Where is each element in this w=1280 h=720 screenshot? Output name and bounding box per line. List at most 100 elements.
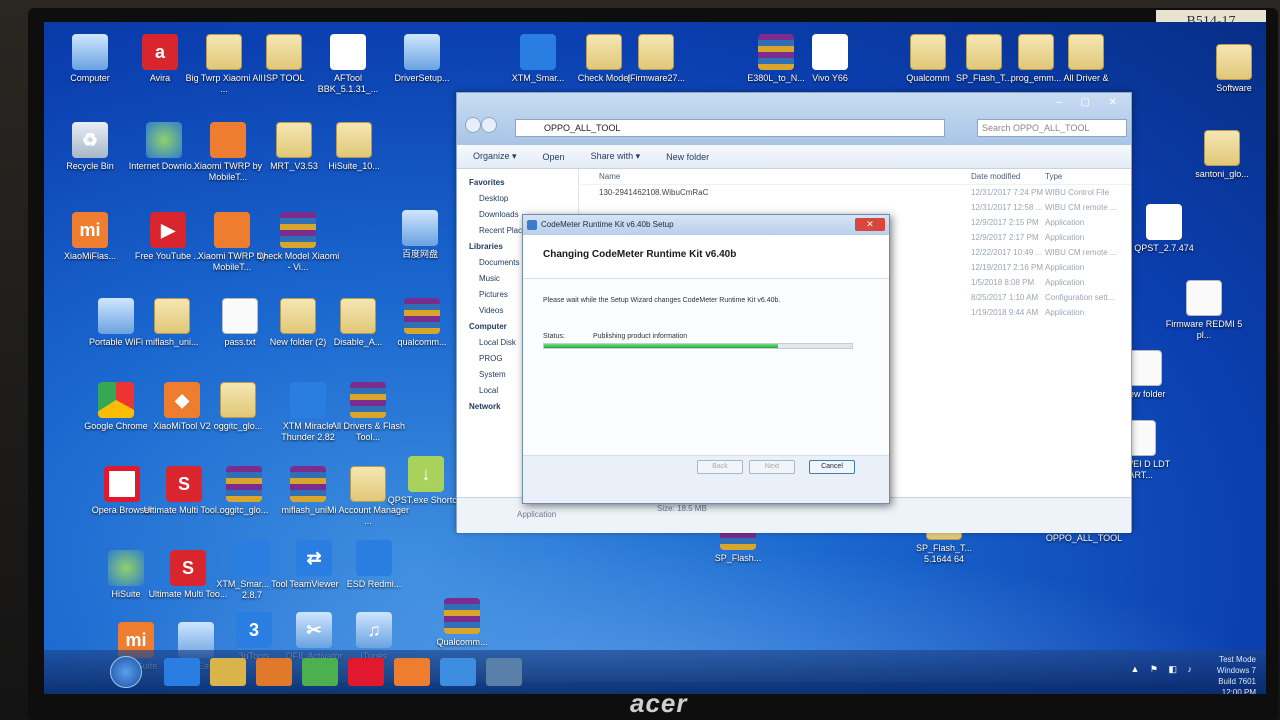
opera-icon[interactable]	[348, 658, 384, 686]
file-date: 8/25/2017 1:10 AM	[971, 293, 1039, 302]
back-icon[interactable]	[465, 117, 481, 133]
pdf-icon: ⟆	[1146, 204, 1182, 240]
column-date[interactable]: Date modified	[971, 169, 1020, 185]
close-button[interactable]: ✕	[855, 218, 885, 231]
desktop-icon[interactable]: qualcomm...	[380, 298, 464, 348]
nav-buttons[interactable]	[465, 117, 501, 137]
progress-fill	[544, 344, 779, 348]
nav-item[interactable]: Desktop	[457, 191, 578, 207]
desktop-icon[interactable]: ⟆ AFTool BBK_5.1.31_...	[306, 34, 390, 95]
status-label: Status:	[543, 333, 565, 340]
forward-icon[interactable]	[481, 117, 497, 133]
desktop-icon[interactable]: ESD Redmi...	[332, 540, 416, 590]
file-row[interactable]: 130-2941462108.WibuCmRaC 12/31/2017 7:24 …	[581, 185, 1131, 200]
desktop-icon[interactable]: 百度网盘	[378, 210, 462, 260]
cancel-button[interactable]: Cancel	[809, 460, 855, 474]
desktop-icon[interactable]: All Driver &	[1044, 34, 1128, 84]
desktop-icon[interactable]: Qualcomm...	[420, 598, 504, 648]
column-headers: Name Date modified Type	[581, 169, 1131, 185]
desktop-icon-label: Software	[1216, 83, 1252, 93]
setup-dialog[interactable]: CodeMeter Runtime Kit v6.40b Setup ✕ Cha…	[522, 214, 890, 504]
tray-icons[interactable]: ▲ ⚑ ◧ ♪	[1131, 664, 1196, 675]
photo-scene: B514-17 ComputeraAviraBig Twrp Xiaomi Al…	[0, 0, 1280, 720]
baidu-icon[interactable]	[440, 658, 476, 686]
setup-icon	[527, 220, 537, 230]
file-icon	[222, 298, 258, 334]
desktop-icon[interactable]: (Firmware27...	[614, 34, 698, 84]
folder-icon	[154, 298, 190, 334]
nav-item[interactable]: Favorites	[457, 175, 578, 191]
android-icon: ◆	[164, 382, 200, 418]
file-type: Application	[1045, 218, 1085, 227]
folder-icon[interactable]	[210, 658, 246, 686]
share-with-menu[interactable]: Share with ▾	[591, 151, 641, 162]
dialog-title: CodeMeter Runtime Kit v6.40b Setup	[541, 220, 674, 229]
start-button[interactable]	[110, 656, 142, 688]
monitor-brand-logo: acer	[630, 688, 688, 718]
dialog-titlebar[interactable]: CodeMeter Runtime Kit v6.40b Setup ✕	[523, 215, 889, 235]
setup-icon	[404, 34, 440, 70]
tray-text-line: Windows 7	[1216, 666, 1256, 675]
teamviewer-icon: ⇄	[296, 540, 332, 576]
folder-icon	[1068, 34, 1104, 70]
wifi-icon	[98, 298, 134, 334]
open-button[interactable]: Open	[543, 152, 565, 162]
column-type[interactable]: Type	[1045, 169, 1062, 185]
desktop-icon[interactable]: mi XiaoMiFlas...	[48, 212, 132, 262]
desktop-icon-label: ESD Redmi...	[346, 579, 402, 589]
new-folder-button[interactable]: New folder	[666, 152, 709, 162]
desktop-icon-label: All Driver &	[1063, 73, 1109, 83]
pdf-icon: ⟆	[330, 34, 366, 70]
search-input[interactable]: Search OPPO_ALL_TOOL	[977, 119, 1127, 137]
file-name: 130-2941462108.WibuCmRaC	[599, 188, 709, 197]
back-button[interactable]: Back	[697, 460, 743, 474]
file-row[interactable]: 12/31/2017 12:58 ... WIBU CM remote ...	[581, 200, 1131, 215]
dialog-body: Please wait while the Setup Wizard chang…	[523, 279, 889, 479]
idm-icon	[146, 122, 182, 158]
desktop-icon[interactable]: ♻ Recycle Bin	[48, 122, 132, 172]
address-bar[interactable]: OPPO_ALL_TOOL	[515, 119, 945, 137]
next-button[interactable]: Next	[749, 460, 795, 474]
system-tray-text: Test Mode Windows 7 Build 7601 12:00 PM	[1217, 654, 1256, 694]
desktop-icon[interactable]: Check Model Xiaomi - Vi...	[256, 212, 340, 273]
baidu-icon	[402, 210, 438, 246]
desktop-icon[interactable]: ⟆ QPST_2.7.474	[1122, 204, 1206, 254]
tray-text-line: 12:00 PM	[1221, 688, 1256, 694]
folder-icon	[336, 122, 372, 158]
file-date: 12/31/2017 7:24 PM	[971, 188, 1044, 197]
desktop-icon[interactable]: santoni_glo...	[1180, 130, 1264, 180]
setup-icon[interactable]	[486, 658, 522, 686]
file-type: WIBU CM remote ...	[1045, 248, 1117, 257]
explorer-toolbar: Organize ▾ Open Share with ▾ New folder	[457, 145, 1131, 169]
desktop-icon-label: Qualcomm...	[436, 637, 488, 647]
desktop-icon[interactable]: All Drivers & Flash Tool...	[326, 382, 410, 443]
desktop-icon-label: AFTool BBK_5.1.31_...	[317, 73, 379, 94]
winrar-icon	[350, 382, 386, 418]
mi-icon: mi	[72, 212, 108, 248]
desktop-icon[interactable]: Software	[1192, 44, 1266, 94]
hisuite-icon	[108, 550, 144, 586]
ie-icon[interactable]	[164, 658, 200, 686]
organize-menu[interactable]: Organize ▾	[473, 151, 517, 162]
column-name[interactable]: Name	[599, 169, 620, 185]
media-player-icon[interactable]	[256, 658, 292, 686]
file-type: WIBU Control File	[1045, 188, 1110, 197]
desktop-icon[interactable]: HiSuite_10...	[312, 122, 396, 172]
explorer-titlebar[interactable]: ‒ ▢ ✕ OPPO_ALL_TOOL Search OPPO_ALL_TOOL	[457, 93, 1131, 145]
opera-icon	[104, 466, 140, 502]
desktop-icon[interactable]: DriverSetup...	[380, 34, 464, 84]
chrome-icon[interactable]	[302, 658, 338, 686]
desktop-icon[interactable]: ⟆ Vivo Y66	[788, 34, 872, 84]
file-icon	[1186, 280, 1222, 316]
desktop-icon-label: Vivo Y66	[812, 73, 848, 83]
esd-icon	[356, 540, 392, 576]
dialog-heading: Changing CodeMeter Runtime Kit v6.40b	[523, 235, 889, 279]
mi-icon[interactable]	[394, 658, 430, 686]
folder-icon	[276, 122, 312, 158]
dialog-message: Please wait while the Setup Wizard chang…	[543, 297, 781, 304]
window-controls[interactable]: ‒ ▢ ✕	[1056, 97, 1125, 108]
tray-text-line: Build 7601	[1218, 677, 1256, 686]
folder-icon	[1204, 130, 1240, 166]
desktop-icon[interactable]: Firmware REDMI 5 pl...	[1162, 280, 1246, 341]
itunes-icon: ♫	[356, 612, 392, 648]
